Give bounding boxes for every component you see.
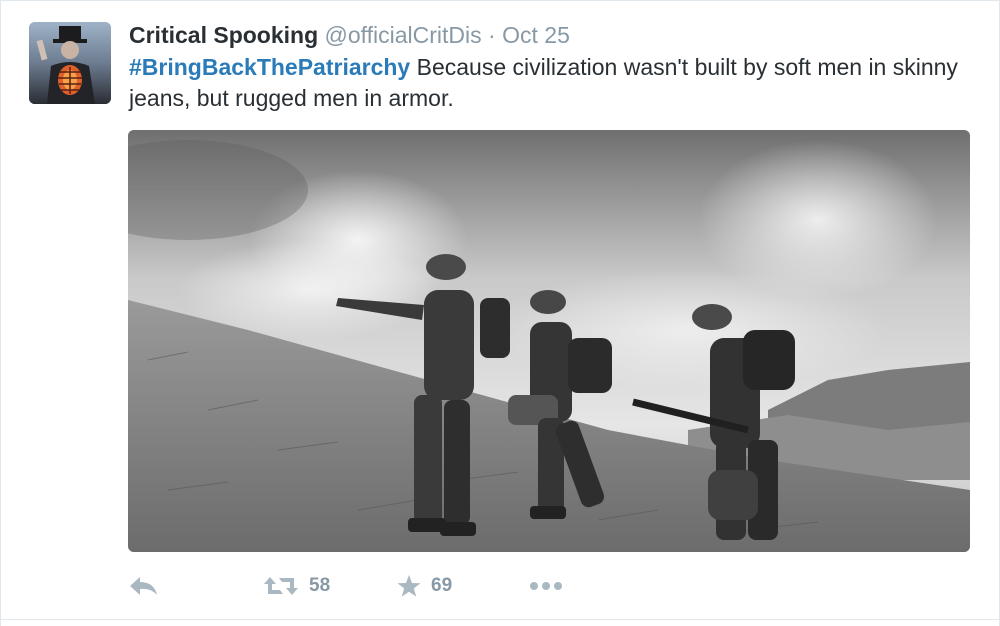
tweet-photo[interactable] bbox=[128, 130, 970, 552]
retweet-count: 58 bbox=[309, 575, 331, 596]
favorite-button[interactable]: 69 bbox=[397, 566, 452, 606]
photo-soldiers-on-hill bbox=[128, 130, 970, 552]
tweet-header: Critical Spooking @officialCritDis · Oct… bbox=[129, 20, 570, 50]
star-icon bbox=[397, 574, 421, 598]
retweet-button[interactable]: 58 bbox=[263, 566, 330, 606]
bottom-divider bbox=[1, 619, 1000, 620]
separator-dot: · bbox=[488, 22, 496, 48]
timestamp[interactable]: Oct 25 bbox=[502, 22, 570, 48]
username[interactable]: @officialCritDis bbox=[325, 22, 482, 48]
retweet-icon bbox=[263, 574, 299, 598]
tweet-actions: 58 69 bbox=[129, 566, 729, 606]
tweet-text: #BringBackThePatriarchy Because civiliza… bbox=[129, 52, 969, 114]
hashtag-link[interactable]: #BringBackThePatriarchy bbox=[129, 54, 410, 80]
avatar[interactable] bbox=[29, 22, 111, 104]
top-divider bbox=[1, 0, 1000, 1]
more-icon bbox=[529, 581, 563, 591]
reply-button[interactable] bbox=[129, 566, 159, 606]
favorite-count: 69 bbox=[431, 575, 453, 596]
display-name[interactable]: Critical Spooking bbox=[129, 22, 318, 48]
avatar-image bbox=[29, 22, 111, 104]
reply-icon bbox=[129, 575, 159, 597]
more-button[interactable] bbox=[529, 566, 563, 606]
tweet-card[interactable]: Critical Spooking @officialCritDis · Oct… bbox=[0, 0, 1000, 626]
